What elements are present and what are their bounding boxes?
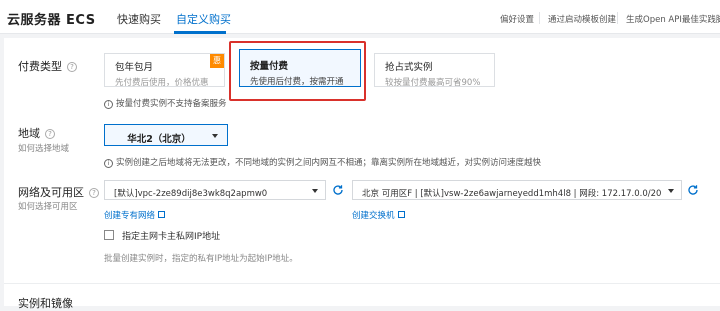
tab-quick-buy[interactable]: 快速购买 bbox=[117, 11, 161, 27]
preferences-link[interactable]: 偏好设置 bbox=[500, 13, 534, 25]
instance-image-label: 实例和镜像 bbox=[18, 297, 73, 310]
info-icon: i bbox=[104, 100, 113, 109]
region-help-text: 如何选择地域 bbox=[18, 144, 70, 154]
section-divider bbox=[4, 283, 720, 284]
caret-down-icon bbox=[312, 189, 318, 193]
help-icon[interactable]: ? bbox=[45, 129, 55, 139]
create-vswitch-text: 创建交换机 bbox=[352, 211, 395, 221]
network-help-text: 如何选择可用区 bbox=[18, 202, 78, 212]
region-label-text: 地域 bbox=[18, 127, 40, 140]
option-title: 包年包月 bbox=[115, 62, 154, 73]
private-ip-checkbox[interactable] bbox=[104, 230, 114, 240]
billing-note: i 按量付费实例不支持备案服务 bbox=[104, 97, 227, 109]
region-label: 地域? bbox=[18, 125, 55, 141]
help-icon[interactable]: ? bbox=[89, 188, 99, 198]
page-title: 云服务器 ECS bbox=[7, 13, 96, 28]
launch-template-link[interactable]: 通过启动模板创建 bbox=[548, 13, 616, 25]
external-link-icon bbox=[397, 211, 405, 218]
create-vswitch-link[interactable]: 创建交换机 bbox=[352, 209, 405, 221]
region-selected: 华北2（北京） bbox=[127, 134, 191, 145]
vswitch-select[interactable]: 北京 可用区F | [默认]vsw-2ze6awjarneyedd1mh4l8 … bbox=[352, 180, 682, 200]
option-title: 抢占式实例 bbox=[385, 62, 433, 73]
billing-note-text: 按量付费实例不支持备案服务 bbox=[116, 99, 227, 109]
highlight-annotation bbox=[229, 41, 366, 101]
vpc-value: [默认]vpc-2ze89dij8e3wk8q2apmw0 bbox=[114, 189, 268, 199]
create-vpc-text: 创建专有网络 bbox=[104, 211, 156, 221]
region-note: i 实例创建之后地域将无法更改，不同地域的实例之间内网互不相通；靠离实例所在地域越… bbox=[104, 156, 541, 168]
option-desc: 先付费后使用，价格优惠 bbox=[115, 78, 209, 88]
billing-option-spot[interactable]: 抢占式实例 较按量付费最高可省90% bbox=[374, 53, 495, 88]
caret-down-icon bbox=[668, 189, 674, 193]
top-bar: 云服务器 ECS 快速购买 自定义购买 偏好设置 通过启动模板创建 生成Open… bbox=[0, 0, 720, 34]
region-select[interactable]: 华北2（北京） bbox=[104, 124, 228, 146]
vpc-select[interactable]: [默认]vpc-2ze89dij8e3wk8q2apmw0 bbox=[104, 180, 326, 200]
refresh-icon[interactable] bbox=[687, 184, 699, 196]
vswitch-value: 北京 可用区F | [默认]vsw-2ze6awjarneyedd1mh4l8 … bbox=[362, 189, 662, 199]
caret-down-icon bbox=[212, 134, 218, 138]
info-icon: i bbox=[104, 159, 113, 168]
network-label-text: 网络及可用区 bbox=[18, 186, 84, 199]
refresh-icon[interactable] bbox=[332, 184, 344, 196]
divider bbox=[617, 12, 618, 24]
tab-custom-buy[interactable]: 自定义购买 bbox=[176, 11, 231, 27]
private-ip-hint: 批量创建实例时，指定的私有IP地址为起始IP地址。 bbox=[104, 254, 298, 264]
private-ip-checkbox-label[interactable]: 指定主网卡主私网IP地址 bbox=[122, 229, 220, 242]
external-link-icon bbox=[158, 211, 166, 218]
help-icon[interactable]: ? bbox=[67, 62, 77, 72]
option-desc: 较按量付费最高可省90% bbox=[385, 78, 481, 88]
active-tab-indicator bbox=[174, 31, 226, 34]
billing-option-subscription[interactable]: 包年包月 先付费后使用，价格优惠 惠 bbox=[104, 53, 225, 88]
network-label: 网络及可用区? bbox=[18, 184, 99, 200]
billing-label-text: 付费类型 bbox=[18, 60, 62, 73]
discount-badge: 惠 bbox=[210, 54, 224, 68]
region-note-text: 实例创建之后地域将无法更改，不同地域的实例之间内网互不相通；靠离实例所在地域越近… bbox=[116, 158, 542, 168]
create-vpc-link[interactable]: 创建专有网络 bbox=[104, 209, 166, 221]
openapi-script-link[interactable]: 生成Open API最佳实践脚本 bbox=[626, 13, 720, 25]
billing-label: 付费类型? bbox=[18, 58, 77, 74]
divider bbox=[539, 12, 540, 24]
